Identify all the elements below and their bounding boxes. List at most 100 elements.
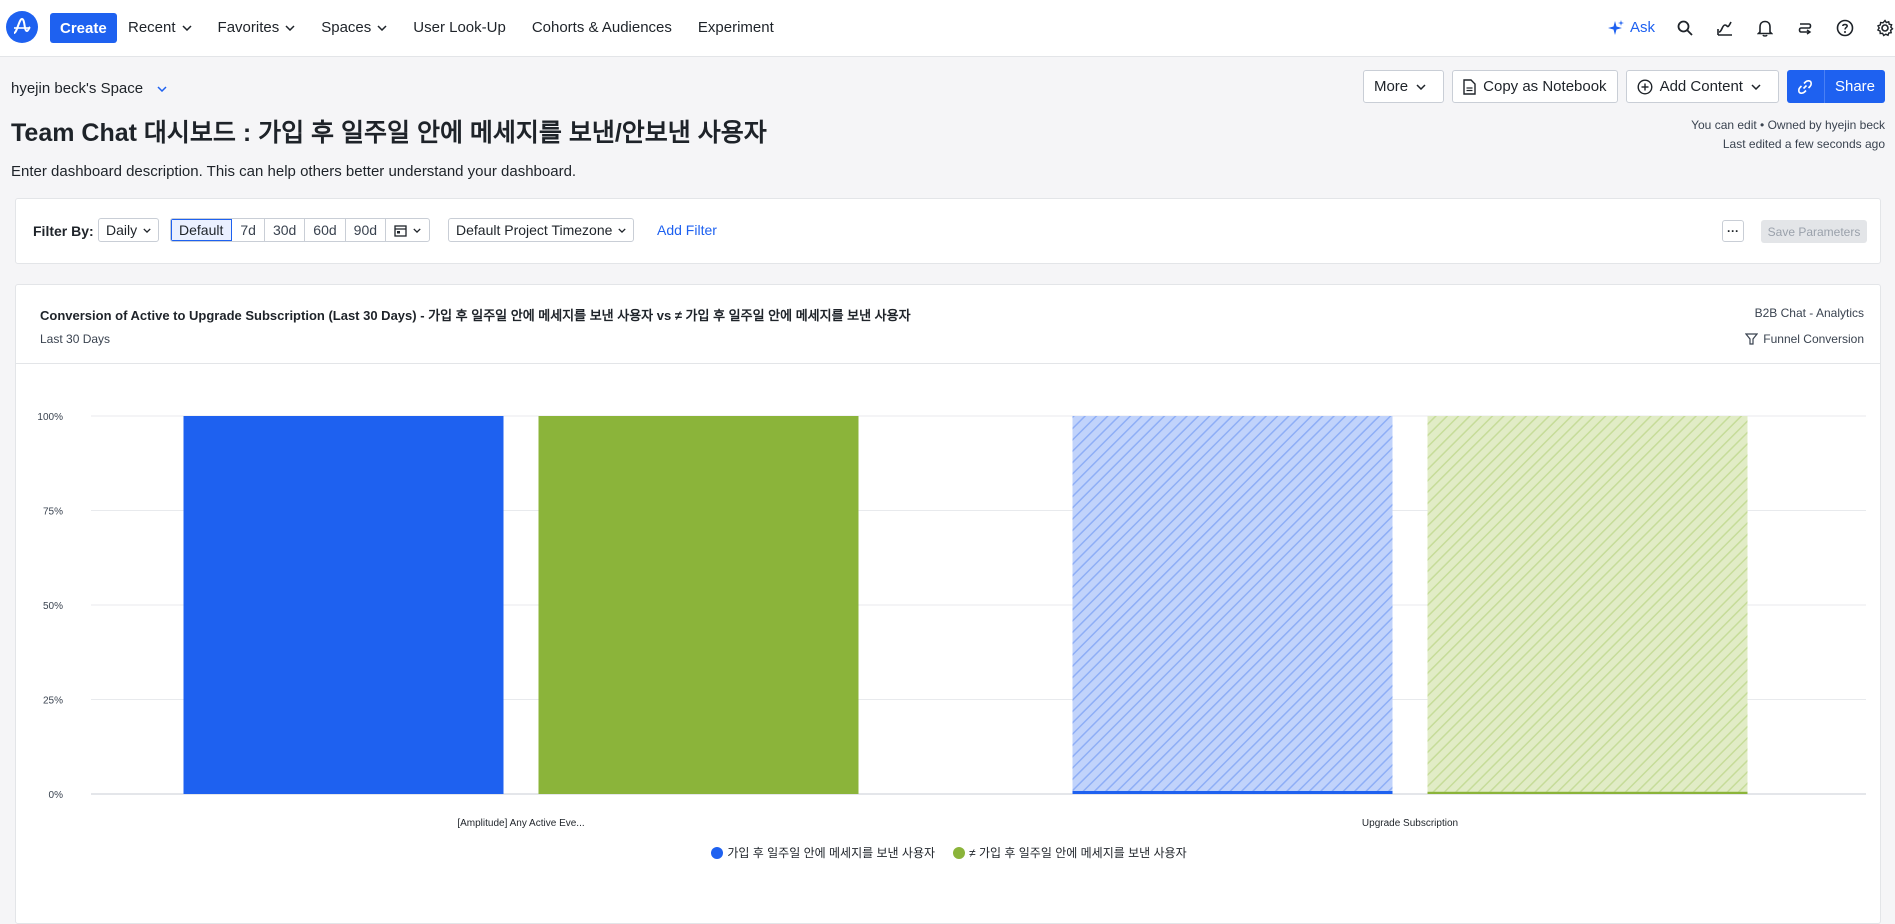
owner-info: You can edit • Owned by hyejin beck Last… bbox=[1691, 116, 1885, 154]
ask-button[interactable]: Ask bbox=[1607, 19, 1655, 36]
bell-icon[interactable] bbox=[1755, 18, 1775, 38]
x-tick-label: [Amplitude] Any Active Eve... bbox=[457, 818, 584, 829]
document-icon bbox=[1463, 78, 1476, 95]
interval-select[interactable]: Daily bbox=[98, 218, 160, 242]
range-90d[interactable]: 90d bbox=[346, 219, 387, 241]
chevron-down-icon bbox=[1751, 83, 1761, 90]
nav-item-label: Cohorts & Audiences bbox=[531, 19, 672, 36]
dashboard-description[interactable]: Enter dashboard description. This can he… bbox=[11, 163, 576, 180]
last-edited: Last edited a few seconds ago bbox=[1722, 137, 1885, 151]
page-title[interactable]: Team Chat 대시보드 : 가입 후 일주일 안에 메세지를 보낸/안보낸… bbox=[11, 113, 767, 149]
nav-item-user-lookup[interactable]: User Look-Up bbox=[413, 19, 506, 36]
space-selector[interactable]: hyejin beck's Space bbox=[11, 80, 167, 97]
chart-legend: 가입 후 일주일 안에 메세지를 보낸 사용자 ≠ 가입 후 일주일 안에 메세… bbox=[16, 844, 1882, 861]
chart-card-header: Conversion of Active to Upgrade Subscrip… bbox=[16, 285, 1880, 364]
chart-project: B2B Chat - Analytics bbox=[1754, 306, 1864, 320]
top-nav: Create Recent Favorites Spaces User Look… bbox=[0, 0, 1895, 57]
chevron-down-icon bbox=[413, 227, 421, 233]
nav-item-favorites[interactable]: Favorites bbox=[218, 19, 296, 36]
date-range-picker: Default 7d 30d 60d 90d bbox=[170, 218, 431, 242]
dropoff-bar bbox=[1072, 416, 1393, 791]
nav-item-label: Spaces bbox=[321, 19, 372, 36]
nav-item-label: Favorites bbox=[217, 19, 280, 36]
dropoff-bar bbox=[1427, 416, 1748, 792]
filter-more-button[interactable]: ··· bbox=[1722, 220, 1744, 242]
range-default[interactable]: Default bbox=[171, 219, 233, 241]
chevron-down-icon bbox=[377, 24, 387, 31]
legend-item[interactable]: ≠ 가입 후 일주일 안에 메세지를 보낸 사용자 bbox=[953, 844, 1187, 861]
timezone-value: Default Project Timezone bbox=[456, 222, 613, 238]
bar bbox=[538, 416, 859, 794]
y-tick-label: 50% bbox=[43, 601, 63, 612]
nav-menu: Recent Favorites Spaces User Look-Up Coh… bbox=[128, 0, 800, 55]
legend-label: ≠ 가입 후 일주일 안에 메세지를 보낸 사용자 bbox=[969, 846, 1187, 860]
help-icon[interactable] bbox=[1835, 18, 1855, 38]
chevron-down-icon bbox=[182, 24, 192, 31]
legend-label: 가입 후 일주일 안에 메세지를 보낸 사용자 bbox=[727, 846, 936, 860]
nav-item-spaces[interactable]: Spaces bbox=[321, 19, 387, 36]
legend-swatch bbox=[953, 846, 966, 859]
ask-label: Ask bbox=[1629, 19, 1655, 36]
link-icon[interactable] bbox=[1786, 70, 1825, 103]
y-tick-label: 100% bbox=[37, 412, 63, 423]
chart-type-label: Funnel Conversion bbox=[1763, 332, 1864, 346]
more-button[interactable]: More bbox=[1362, 70, 1445, 103]
nav-item-experiment[interactable]: Experiment bbox=[698, 19, 774, 36]
save-parameters-button[interactable]: Save Parameters bbox=[1761, 220, 1867, 243]
gear-icon[interactable] bbox=[1875, 18, 1895, 38]
add-content-button[interactable]: Add Content bbox=[1625, 70, 1779, 103]
bar bbox=[1072, 790, 1393, 794]
nav-item-label: Experiment bbox=[697, 19, 774, 36]
share-group: Share bbox=[1786, 70, 1885, 103]
chevron-down-icon bbox=[618, 227, 627, 233]
bar bbox=[183, 416, 504, 794]
header-actions: More Copy as Notebook Add Content Share bbox=[1355, 70, 1885, 103]
filter-label: Filter By: bbox=[33, 223, 94, 239]
nav-item-recent[interactable]: Recent bbox=[128, 19, 192, 36]
amplitude-logo-icon[interactable] bbox=[6, 11, 38, 43]
timezone-select[interactable]: Default Project Timezone bbox=[448, 218, 635, 242]
owner-line: You can edit • Owned by hyejin beck bbox=[1691, 118, 1885, 132]
interval-value: Daily bbox=[106, 222, 138, 238]
calendar-icon bbox=[394, 224, 407, 237]
y-tick-label: 75% bbox=[43, 507, 63, 518]
chevron-down-icon bbox=[157, 85, 167, 92]
share-button[interactable]: Share bbox=[1824, 70, 1885, 103]
nav-item-cohorts[interactable]: Cohorts & Audiences bbox=[532, 19, 672, 36]
x-tick-label: Upgrade Subscription bbox=[1362, 818, 1458, 829]
copy-notebook-label: Copy as Notebook bbox=[1483, 78, 1607, 95]
filter-bar: Filter By: Daily Default 7d 30d 60d 90d … bbox=[15, 198, 1881, 264]
range-7d[interactable]: 7d bbox=[232, 219, 265, 241]
funnel-icon bbox=[1745, 333, 1759, 345]
chart-subtitle: Last 30 Days bbox=[40, 332, 111, 346]
chevron-down-icon bbox=[143, 227, 151, 233]
y-tick-label: 25% bbox=[43, 696, 63, 707]
legend-item[interactable]: 가입 후 일주일 안에 메세지를 보낸 사용자 bbox=[711, 844, 935, 861]
search-icon[interactable] bbox=[1675, 18, 1695, 38]
nav-item-label: User Look-Up bbox=[413, 19, 506, 36]
add-content-label: Add Content bbox=[1659, 78, 1743, 95]
funnel-chart: 0% 25% 50% 75% 100% [Amplitude] Any Active Ev… bbox=[37, 412, 1866, 829]
copy-as-notebook-button[interactable]: Copy as Notebook bbox=[1452, 70, 1618, 103]
range-60d[interactable]: 60d bbox=[305, 219, 346, 241]
calendar-picker[interactable] bbox=[386, 219, 429, 241]
sparkle-icon bbox=[1607, 19, 1624, 35]
range-30d[interactable]: 30d bbox=[265, 219, 306, 241]
y-tick-label: 0% bbox=[49, 790, 64, 801]
legend-swatch bbox=[711, 846, 724, 859]
nav-item-label: Recent bbox=[128, 19, 176, 36]
bar bbox=[1427, 791, 1748, 794]
more-label: More bbox=[1373, 78, 1409, 95]
chevron-down-icon bbox=[285, 24, 295, 31]
nav-right-tools: Ask bbox=[1607, 0, 1895, 55]
chart-title[interactable]: Conversion of Active to Upgrade Subscrip… bbox=[40, 305, 911, 324]
trend-icon[interactable] bbox=[1715, 18, 1735, 38]
plus-circle-icon bbox=[1637, 78, 1653, 95]
switch-icon[interactable] bbox=[1795, 18, 1815, 38]
space-name: hyejin beck's Space bbox=[11, 80, 144, 97]
add-filter-link[interactable]: Add Filter bbox=[657, 222, 717, 238]
chart-type: Funnel Conversion bbox=[1745, 332, 1864, 346]
chart-card: Conversion of Active to Upgrade Subscrip… bbox=[15, 284, 1881, 924]
chevron-down-icon bbox=[1416, 83, 1426, 90]
create-button[interactable]: Create bbox=[50, 13, 117, 43]
